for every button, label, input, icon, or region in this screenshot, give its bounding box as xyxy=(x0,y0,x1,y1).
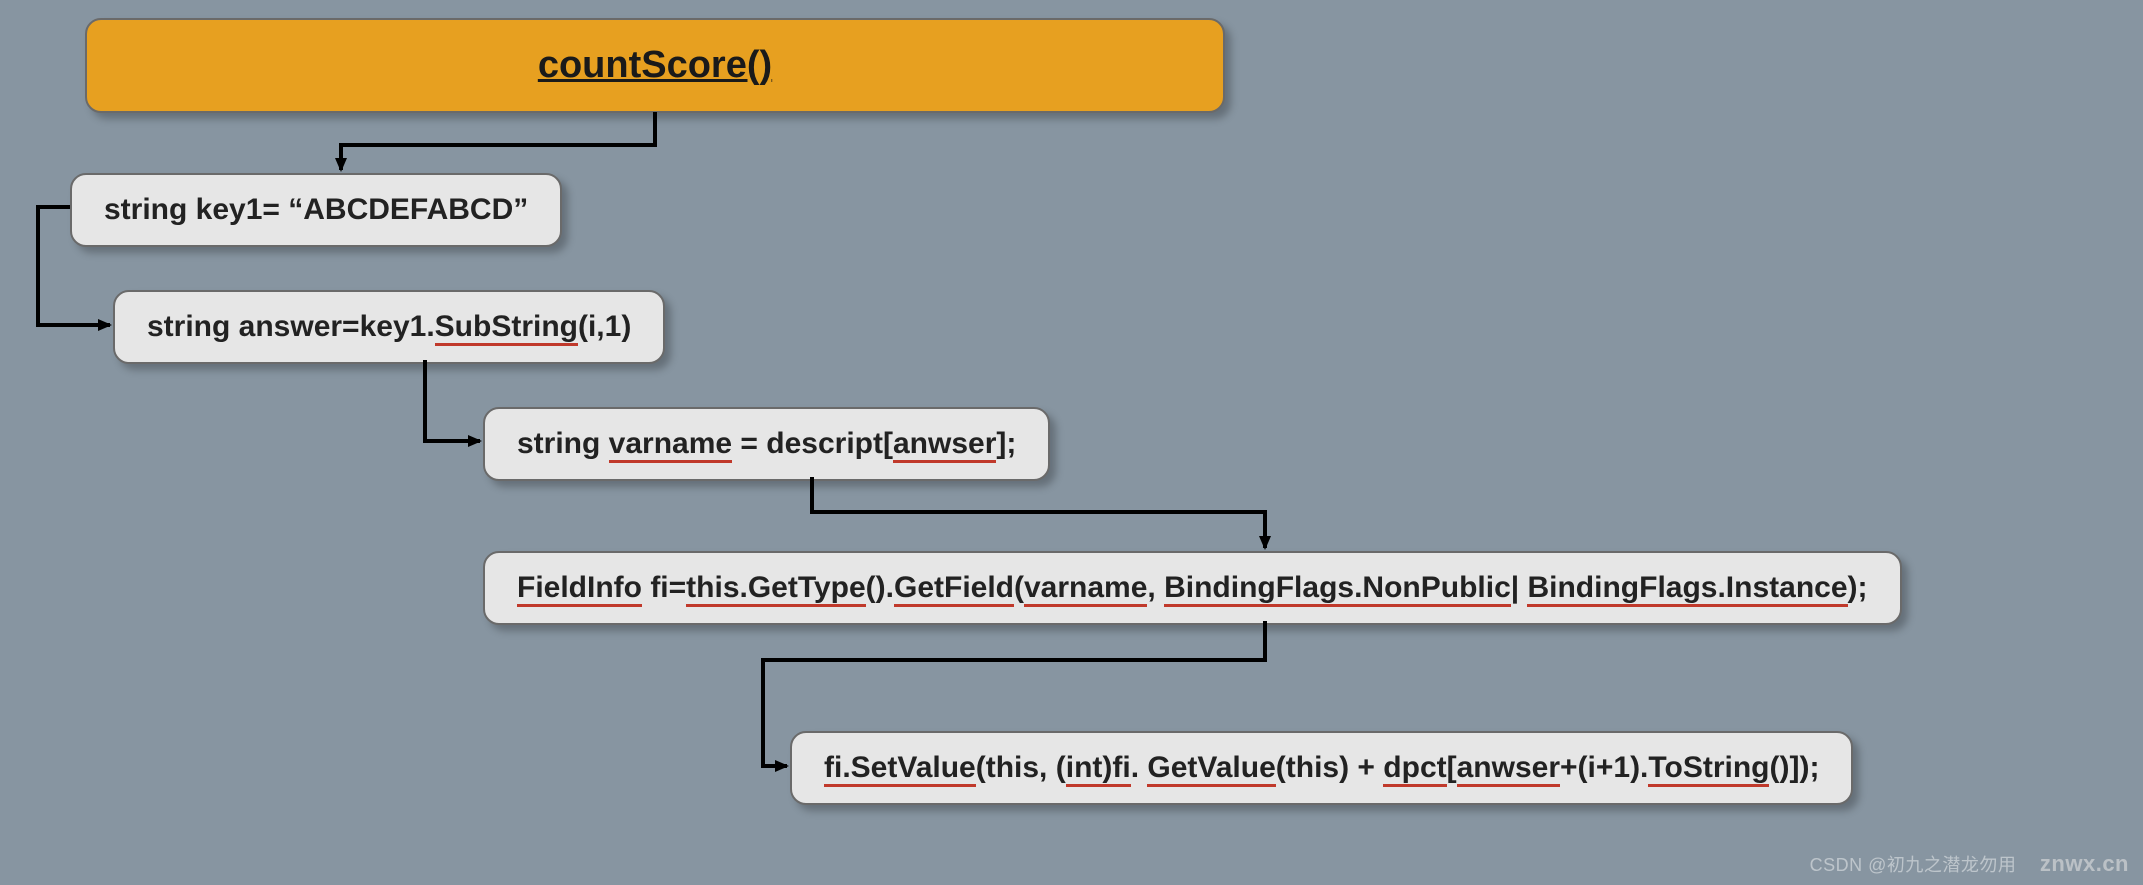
node-text-underlined: varname xyxy=(609,427,732,463)
node-text: (this) + xyxy=(1276,751,1384,784)
flow-node-key1: string key1= “ABCDEFABCD” xyxy=(70,173,562,247)
node-text: fi= xyxy=(642,571,686,604)
node-text: ()]); xyxy=(1769,751,1819,784)
node-text-underlined: anwser xyxy=(893,427,996,463)
node-text-underlined: anwser xyxy=(1457,751,1560,787)
watermark: CSDN @初九之潜龙勿用 znwx.cn xyxy=(1810,851,2129,877)
node-text: string xyxy=(517,427,609,460)
node-text: (i,1) xyxy=(578,310,631,343)
node-text: ); xyxy=(1848,571,1868,604)
node-text-underlined: dpct xyxy=(1383,751,1446,787)
node-text: string answer=key1. xyxy=(147,310,435,343)
node-text-underlined: varname xyxy=(1024,571,1147,607)
node-text-underlined: int)fi xyxy=(1066,751,1131,787)
node-text: ( xyxy=(1014,571,1024,604)
node-text: “ABCDEFABCD” xyxy=(288,193,528,226)
node-text-underlined: SubString xyxy=(435,310,578,346)
node-text: [ xyxy=(1447,751,1457,784)
node-text: . xyxy=(1131,751,1148,784)
node-text: string key1= xyxy=(104,193,288,226)
node-text: = descript[ xyxy=(732,427,893,460)
node-text-underlined: ToString xyxy=(1648,751,1769,787)
flow-node-varname: string varname = descript[anwser]; xyxy=(483,407,1050,481)
node-text: +(i+1). xyxy=(1560,751,1648,784)
node-text: ]; xyxy=(996,427,1016,460)
watermark-text: CSDN @初九之潜龙勿用 xyxy=(1810,855,2017,875)
flow-start-node: countScore() xyxy=(85,18,1225,113)
node-text-underlined: GetField xyxy=(894,571,1014,607)
watermark-text: znwx.cn xyxy=(2040,851,2129,876)
node-text-underlined: BindingFlags.Instance xyxy=(1527,571,1847,607)
flow-node-setvalue: fi.SetValue(this, (int)fi. GetValue(this… xyxy=(790,731,1853,805)
node-text: (this, ( xyxy=(976,751,1066,784)
node-text: | xyxy=(1511,571,1528,604)
node-text: (). xyxy=(866,571,894,604)
flow-node-answer: string answer=key1.SubString(i,1) xyxy=(113,290,665,364)
node-text-underlined: this.GetType xyxy=(686,571,865,607)
node-text-underlined: GetValue xyxy=(1147,751,1275,787)
node-text-underlined: FieldInfo xyxy=(517,571,642,607)
node-text-underlined: fi.SetValue xyxy=(824,751,976,787)
node-text: , xyxy=(1147,571,1164,604)
node-text-underlined: BindingFlags.NonPublic xyxy=(1164,571,1511,607)
flow-node-fieldinfo: FieldInfo fi=this.GetType().GetField(var… xyxy=(483,551,1902,625)
